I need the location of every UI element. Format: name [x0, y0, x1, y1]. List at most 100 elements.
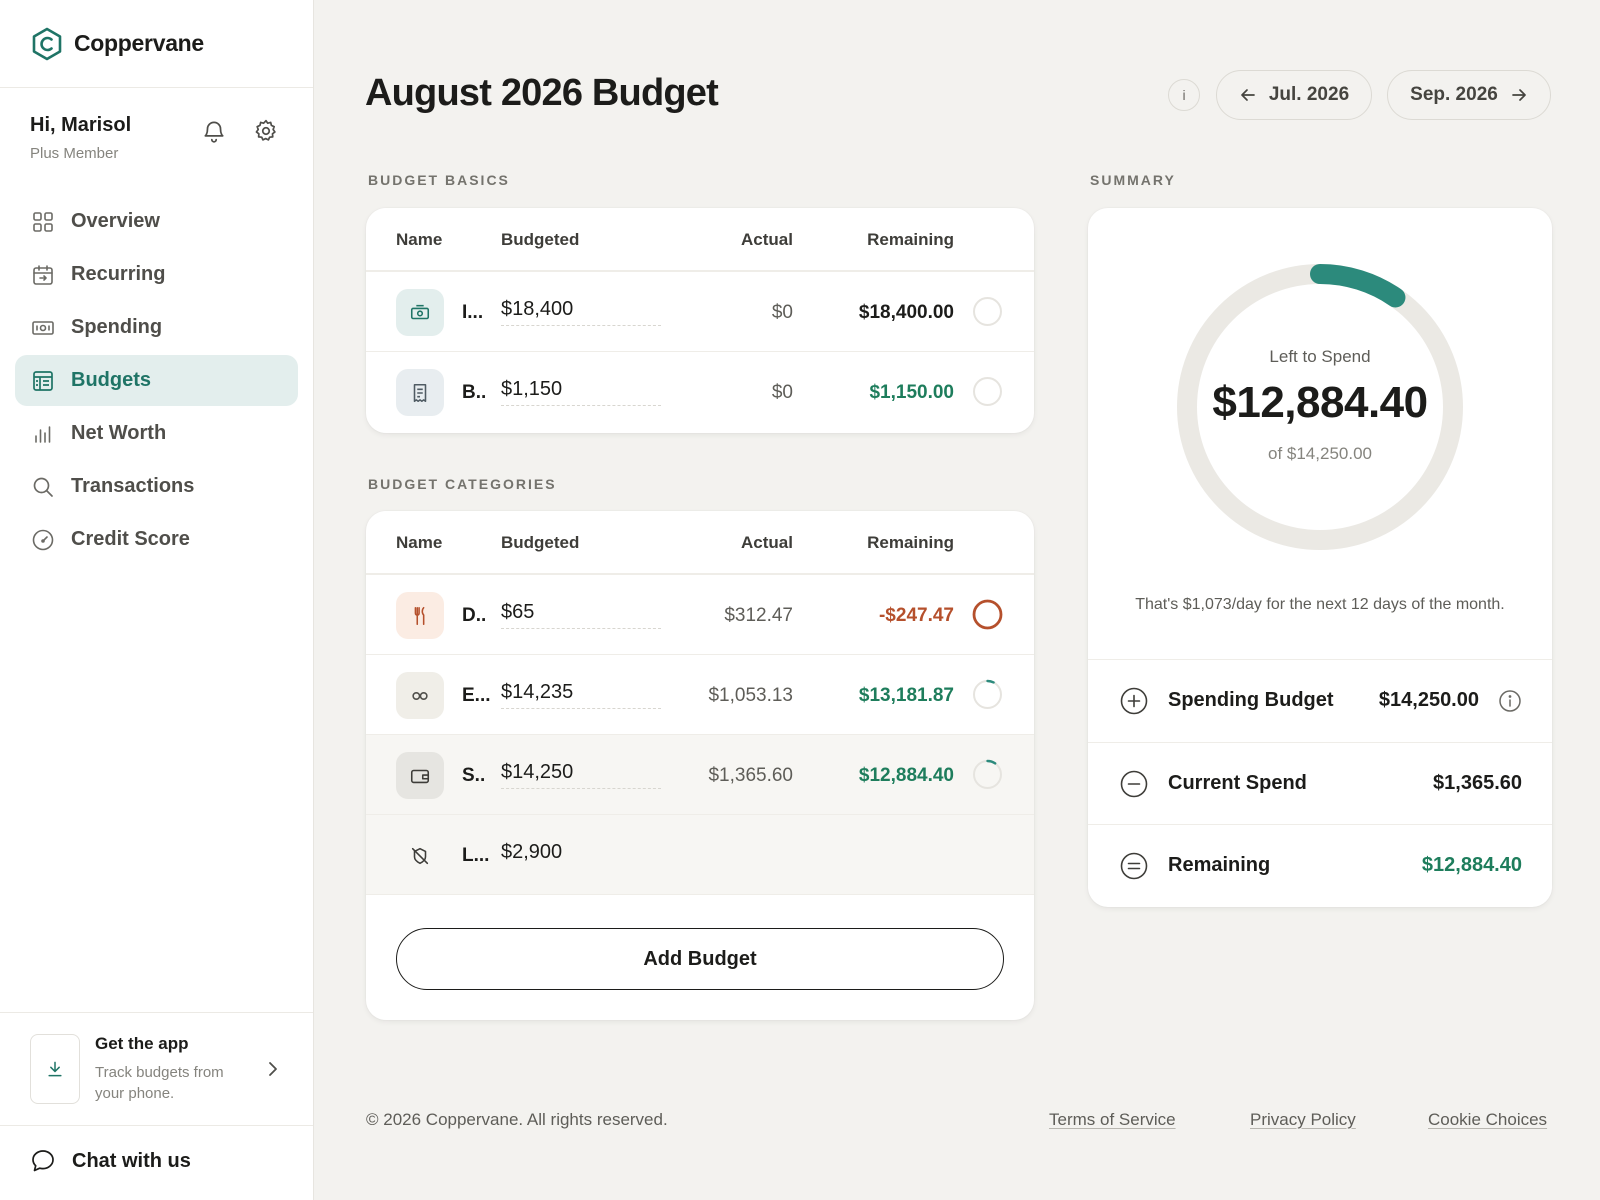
progress-track [973, 760, 1002, 789]
summary-value: $1,365.60 [1433, 772, 1522, 794]
search-icon [33, 477, 53, 497]
actual-amount: $1,053.13 [708, 685, 793, 706]
progress-fill [972, 599, 1003, 630]
table-row[interactable]: E... $14,235 $1,053.13 $13,181.87 [366, 655, 1034, 735]
gear-icon[interactable] [253, 118, 279, 144]
privacy-policy-link[interactable]: Privacy Policy [1250, 1110, 1356, 1130]
table-row[interactable]: B.. $1,150 $0 $1,150.00 [366, 352, 1034, 432]
bell-icon[interactable] [201, 118, 227, 144]
arrow-right-icon [1511, 89, 1526, 101]
remaining-amount: -$247.47 [878, 605, 954, 626]
table-row[interactable]: L... $2,900 [366, 815, 1034, 895]
minus-circle-icon [1120, 770, 1148, 797]
user-tier: Plus Member [30, 145, 119, 162]
budget-basics-label: BUDGET BASICS [368, 172, 510, 188]
table-row[interactable]: I... $18,400 $0 $18,400.00 [366, 272, 1034, 352]
nav-item-overview[interactable]: Overview [15, 196, 298, 247]
progress-ring [973, 759, 1002, 789]
plus-circle-icon [1120, 687, 1148, 714]
nav-item-credit-score[interactable]: Credit Score [15, 514, 298, 565]
left-to-spend-value: $12,884.40 [1212, 378, 1428, 427]
chat-label: Chat with us [72, 1149, 191, 1172]
receipt-icon [396, 369, 444, 416]
nav-item-spending[interactable]: Spending [15, 302, 298, 353]
summary-card: Left to Spend $12,884.40 of $14,250.00 T… [1088, 208, 1552, 907]
next-month-button[interactable]: Sep. 2026 [1387, 70, 1551, 120]
column-header-name: Name [396, 230, 443, 249]
summary-row-remaining: Remaining $12,884.40 [1088, 824, 1552, 906]
budgeted-amount-input[interactable]: $65 [501, 601, 661, 629]
budgeted-amount-input[interactable]: $14,250 [501, 761, 661, 789]
actual-amount: $1,365.60 [708, 765, 793, 786]
progress-ring [973, 297, 1002, 326]
remaining-amount: $1,150.00 [869, 382, 954, 403]
page-info-button[interactable]: i [1168, 79, 1200, 111]
summary-row-spending-budget: Spending Budget $14,250.00 [1088, 659, 1552, 741]
utensils-icon [396, 592, 444, 639]
infinity-icon [396, 672, 444, 719]
budget-categories-label: BUDGET CATEGORIES [368, 476, 557, 492]
cookie-choices-link[interactable]: Cookie Choices [1428, 1110, 1547, 1130]
table-row[interactable]: D.. $65 $312.47 -$247.47 [366, 575, 1034, 655]
cash-icon [32, 320, 54, 335]
wallet-icon [396, 752, 444, 799]
nav-item-recurring[interactable]: Recurring [15, 249, 298, 300]
summary-label: SUMMARY [1090, 172, 1176, 188]
budgeted-amount-input[interactable]: $14,235 [501, 681, 661, 709]
budgeted-amount-input[interactable]: $1,150 [501, 378, 661, 406]
brand[interactable]: Coppervane [0, 0, 313, 88]
table-header: Name Budgeted Actual Remaining [366, 208, 1034, 272]
eye-off-tag-icon [396, 832, 444, 879]
column-header-budgeted: Budgeted [501, 230, 580, 249]
nav-label: Spending [71, 316, 163, 338]
previous-month-button[interactable]: Jul. 2026 [1216, 70, 1372, 120]
category-name: S.. [462, 765, 486, 786]
table-row[interactable]: S.. $14,250 $1,365.60 $12,884.40 [366, 735, 1034, 815]
page-title: August 2026 Budget [365, 72, 719, 114]
budget-categories-table: Name Budgeted Actual Remaining D.. $65 $… [366, 511, 1034, 1020]
chat-with-us-button[interactable]: Chat with us [30, 1148, 191, 1174]
nav-label: Overview [71, 210, 160, 232]
previous-month-label: Jul. 2026 [1268, 84, 1350, 105]
coppervane-logo-icon [32, 27, 62, 60]
terms-of-service-link[interactable]: Terms of Service [1049, 1110, 1176, 1130]
chat-bubble-icon [32, 1150, 54, 1172]
summary-value: $14,250.00 [1378, 689, 1479, 711]
nav-item-budgets[interactable]: Budgets [15, 355, 298, 406]
nav-label: Net Worth [71, 422, 167, 444]
category-name: L... [462, 845, 490, 866]
nav-item-net-worth[interactable]: Net Worth [15, 408, 298, 459]
budget-sheet-icon [33, 370, 53, 391]
table-header: Name Budgeted Actual Remaining [366, 511, 1034, 575]
column-header-remaining: Remaining [867, 230, 954, 249]
get-app-promo[interactable]: Get the app Track budgets from your phon… [0, 1012, 313, 1126]
gauge-icon [32, 529, 54, 550]
daily-allowance-note: That's $1,073/day for the next 12 days o… [1135, 596, 1505, 613]
category-name: E... [462, 685, 491, 706]
budgeted-amount-input[interactable]: $2,900 [501, 841, 661, 869]
budget-basics-table: Name Budgeted Actual Remaining I... $18,… [366, 208, 1034, 433]
equals-circle-icon [1120, 852, 1148, 879]
column-header-remaining: Remaining [867, 533, 954, 552]
summary-label: Current Spend [1168, 772, 1307, 794]
summary-row-current-spend: Current Spend $1,365.60 [1088, 742, 1552, 824]
next-month-label: Sep. 2026 [1410, 84, 1498, 105]
actual-amount: $312.47 [724, 605, 793, 626]
actual-amount: $0 [771, 382, 793, 403]
sidebar: Coppervane Hi, Marisol Plus Member Overv… [0, 0, 314, 1200]
add-budget-button[interactable]: Add Budget [396, 928, 1004, 990]
progress-ring [973, 377, 1002, 406]
nav-item-transactions[interactable]: Transactions [15, 461, 298, 512]
nav-label: Transactions [71, 475, 195, 497]
download-icon [30, 1034, 80, 1104]
user-panel: Hi, Marisol Plus Member [0, 88, 313, 184]
category-name: D.. [462, 605, 487, 626]
progress-ring [973, 679, 1002, 709]
column-header-name: Name [396, 533, 443, 552]
progress-ring [972, 599, 1003, 630]
promo-subtitle: Track budgets from your phone. [95, 1064, 224, 1102]
donut-title: Left to Spend [1269, 347, 1371, 366]
budgeted-amount-input[interactable]: $18,400 [501, 298, 661, 326]
info-icon[interactable] [1498, 689, 1522, 713]
nav-label: Credit Score [71, 528, 190, 550]
